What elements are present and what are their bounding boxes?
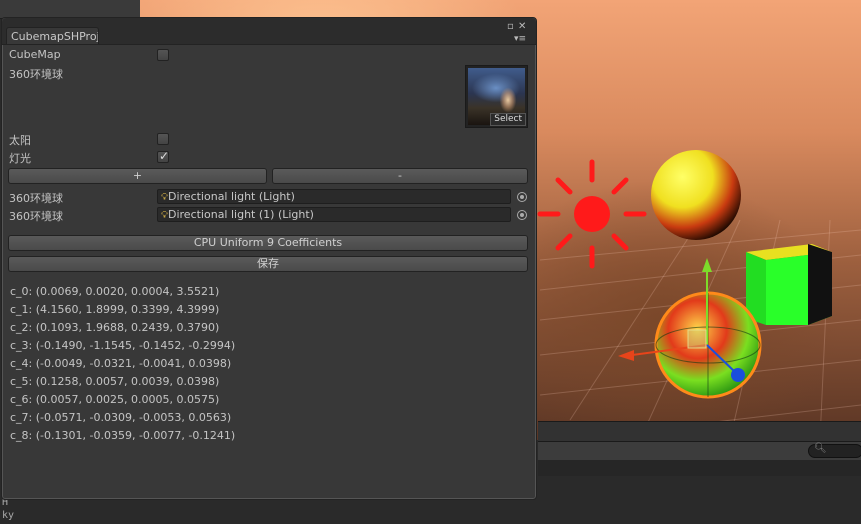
coefficient-line: c_1: (4.1560, 1.8999, 0.3399, 4.3999) (10, 303, 220, 316)
cube-object[interactable] (746, 244, 832, 325)
light-label: 灯光 (9, 152, 31, 165)
light-row-label: 360环境球 (9, 210, 63, 223)
object-picker-icon[interactable] (517, 192, 527, 202)
coefficient-line: c_2: (0.1093, 1.9688, 0.2439, 0.3790) (10, 321, 220, 334)
cubemap-label: CubeMap (9, 48, 61, 61)
cubemap-checkbox[interactable] (157, 49, 169, 61)
checkmark-icon: ✓ (159, 149, 170, 163)
close-icon[interactable]: ✕ (518, 22, 526, 32)
light-object-value: Directional light (1) (Light) (168, 208, 314, 221)
light-object-field[interactable]: 💡︎Directional light (1) (Light) (157, 207, 511, 222)
save-button[interactable]: 保存 (8, 256, 528, 272)
cubemap-field[interactable]: Select (465, 65, 528, 128)
coefficient-line: c_4: (-0.0049, -0.0321, -0.0041, 0.0398) (10, 357, 232, 370)
window-tab[interactable]: CubemapSHProject (6, 27, 99, 44)
sun-gizmo-icon[interactable] (537, 159, 647, 269)
coefficient-line: c_6: (0.0057, 0.0025, 0.0005, 0.0575) (10, 393, 220, 406)
search-icon: 🔍︎ (814, 443, 827, 454)
background-text: ky (2, 510, 15, 521)
scene-bottom-bar (538, 421, 861, 441)
coefficient-line: c_0: (0.0069, 0.0020, 0.0004, 3.5521) (10, 285, 220, 298)
search-input[interactable]: 🔍︎ (808, 443, 861, 458)
coefficient-line: c_3: (-0.1490, -1.1545, -0.1452, -0.2994… (10, 339, 236, 352)
add-button[interactable]: + (8, 168, 267, 184)
maximize-icon[interactable]: ▫ (507, 22, 514, 32)
cpu-uniform-button[interactable]: CPU Uniform 9 Coefficients (8, 235, 528, 251)
select-button[interactable]: Select (490, 113, 526, 126)
bulb-icon: 💡︎ (161, 192, 168, 203)
coefficient-line: c_5: (0.1258, 0.0057, 0.0039, 0.0398) (10, 375, 220, 388)
project-header (538, 460, 861, 476)
coefficient-line: c_7: (-0.0571, -0.0309, -0.0053, 0.0563) (10, 411, 232, 424)
env-sphere-label: 360环境球 (9, 68, 63, 81)
bulb-icon: 💡︎ (161, 210, 168, 221)
sun-checkbox[interactable] (157, 133, 169, 145)
light-object-value: Directional light (Light) (168, 190, 295, 203)
light-row-label: 360环境球 (9, 192, 63, 205)
menu-icon[interactable]: ▾≡ (514, 35, 526, 44)
light-checkbox[interactable]: ✓ (157, 149, 170, 163)
sun-label: 太阳 (9, 134, 31, 147)
object-picker-icon[interactable] (517, 210, 527, 220)
window-tabbar: CubemapSHProject ▫ ✕ ▾≡ (2, 18, 536, 45)
coefficient-line: c_8: (-0.1301, -0.0359, -0.0077, -0.1241… (10, 429, 236, 442)
cubemap-sh-window: CubemapSHProject ▫ ✕ ▾≡ CubeMap 360环境球 S… (1, 17, 537, 500)
light-object-field[interactable]: 💡︎Directional light (Light) (157, 189, 511, 204)
sphere-object[interactable] (651, 150, 741, 240)
remove-button[interactable]: - (272, 168, 528, 184)
